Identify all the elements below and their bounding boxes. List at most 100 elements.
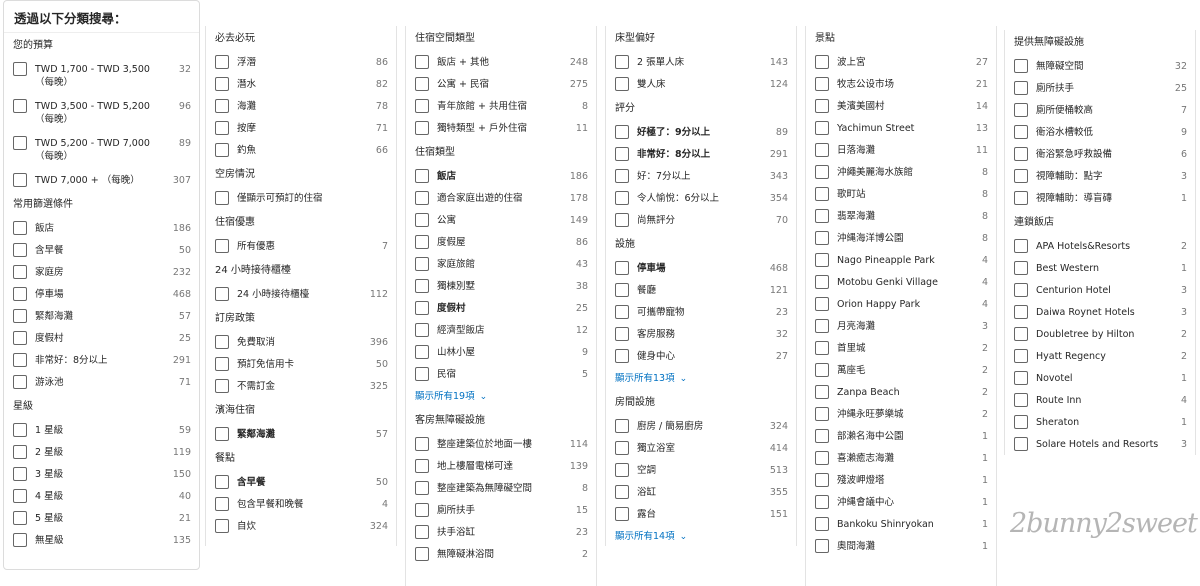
checkbox[interactable] bbox=[215, 191, 229, 205]
checkbox[interactable] bbox=[615, 507, 629, 521]
checkbox[interactable] bbox=[1014, 393, 1028, 407]
checkbox[interactable] bbox=[415, 235, 429, 249]
filter-option[interactable]: 歌町站 8 bbox=[815, 184, 988, 206]
filter-option[interactable]: 2 張單人床 143 bbox=[615, 52, 788, 74]
filter-option[interactable]: 所有優惠 7 bbox=[215, 236, 388, 258]
checkbox[interactable] bbox=[1014, 169, 1028, 183]
filter-option[interactable]: 度假村 25 bbox=[415, 298, 588, 320]
checkbox[interactable] bbox=[415, 301, 429, 315]
checkbox[interactable] bbox=[415, 213, 429, 227]
checkbox[interactable] bbox=[415, 257, 429, 271]
filter-option[interactable]: 免費取消 396 bbox=[215, 332, 388, 354]
filter-option[interactable]: 雙人床 124 bbox=[615, 74, 788, 96]
checkbox[interactable] bbox=[415, 121, 429, 135]
checkbox[interactable] bbox=[415, 99, 429, 113]
filter-option[interactable]: 無障礙空間 32 bbox=[1014, 56, 1187, 78]
checkbox[interactable] bbox=[615, 419, 629, 433]
checkbox[interactable] bbox=[615, 327, 629, 341]
checkbox[interactable] bbox=[815, 473, 829, 487]
checkbox[interactable] bbox=[815, 275, 829, 289]
filter-option[interactable]: 廁所便桶較高 7 bbox=[1014, 100, 1187, 122]
filter-option[interactable]: 令人愉悅：6分以上 354 bbox=[615, 188, 788, 210]
filter-option[interactable]: 客房服務 32 bbox=[615, 324, 788, 346]
checkbox[interactable] bbox=[13, 136, 27, 150]
filter-option[interactable]: 山林小屋 9 bbox=[415, 342, 588, 364]
filter-option[interactable]: 地上樓層電梯可達 139 bbox=[415, 456, 588, 478]
checkbox[interactable] bbox=[815, 385, 829, 399]
checkbox[interactable] bbox=[815, 143, 829, 157]
filter-option[interactable]: 沖縄海洋博公園 8 bbox=[815, 228, 988, 250]
filter-option[interactable]: 飯店 186 bbox=[13, 218, 191, 240]
checkbox[interactable] bbox=[1014, 415, 1028, 429]
checkbox[interactable] bbox=[13, 467, 27, 481]
filter-option[interactable]: 公寓 + 民宿 275 bbox=[415, 74, 588, 96]
filter-option[interactable]: 無星級 135 bbox=[13, 530, 191, 552]
filter-option[interactable]: 月亮海灘 3 bbox=[815, 316, 988, 338]
checkbox[interactable] bbox=[615, 349, 629, 363]
checkbox[interactable] bbox=[1014, 305, 1028, 319]
filter-option[interactable]: Zanpa Beach 2 bbox=[815, 382, 988, 404]
filter-option[interactable]: 海灘 78 bbox=[215, 96, 388, 118]
checkbox[interactable] bbox=[615, 261, 629, 275]
checkbox[interactable] bbox=[1014, 371, 1028, 385]
checkbox[interactable] bbox=[815, 429, 829, 443]
checkbox[interactable] bbox=[815, 341, 829, 355]
filter-option[interactable]: 露台 151 bbox=[615, 504, 788, 526]
filter-option[interactable]: 非常好：8分以上 291 bbox=[615, 144, 788, 166]
checkbox[interactable] bbox=[415, 481, 429, 495]
filter-option[interactable]: 飯店 186 bbox=[415, 166, 588, 188]
checkbox[interactable] bbox=[13, 243, 27, 257]
checkbox[interactable] bbox=[815, 209, 829, 223]
filter-option[interactable]: 可攜帶寵物 23 bbox=[615, 302, 788, 324]
filter-option[interactable]: 停車場 468 bbox=[615, 258, 788, 280]
filter-option[interactable]: 停車場 468 bbox=[13, 284, 191, 306]
filter-option[interactable]: Yachimun Street 13 bbox=[815, 118, 988, 140]
filter-option[interactable]: Orion Happy Park 4 bbox=[815, 294, 988, 316]
filter-option[interactable]: 沖縄永旺夢樂城 2 bbox=[815, 404, 988, 426]
filter-option[interactable]: 好：7分以上 343 bbox=[615, 166, 788, 188]
checkbox[interactable] bbox=[215, 77, 229, 91]
checkbox[interactable] bbox=[13, 99, 27, 113]
filter-option[interactable]: 萬座毛 2 bbox=[815, 360, 988, 382]
filter-option[interactable]: 緊鄰海灘 57 bbox=[13, 306, 191, 328]
filter-option[interactable]: 沖縄會議中心 1 bbox=[815, 492, 988, 514]
filter-option[interactable]: 牧志公设市场 21 bbox=[815, 74, 988, 96]
checkbox[interactable] bbox=[415, 345, 429, 359]
filter-option[interactable]: Nago Pineapple Park 4 bbox=[815, 250, 988, 272]
checkbox[interactable] bbox=[1014, 147, 1028, 161]
checkbox[interactable] bbox=[215, 99, 229, 113]
filter-option[interactable]: 經濟型飯店 12 bbox=[415, 320, 588, 342]
filter-option[interactable]: TWD 1,700 - TWD 3,500 （每晚） 32 bbox=[13, 59, 191, 96]
filter-option[interactable]: Solare Hotels and Resorts 3 bbox=[1014, 434, 1187, 456]
checkbox[interactable] bbox=[815, 539, 829, 553]
checkbox[interactable] bbox=[215, 121, 229, 135]
show-all-link[interactable]: 顯示所有13項 ⌄ bbox=[615, 368, 788, 390]
filter-option[interactable]: TWD 3,500 - TWD 5,200 （每晚） 96 bbox=[13, 96, 191, 133]
checkbox[interactable] bbox=[615, 125, 629, 139]
filter-option[interactable]: 獨棟別墅 38 bbox=[415, 276, 588, 298]
filter-option[interactable]: 24 小時接待櫃檯 112 bbox=[215, 284, 388, 306]
filter-option[interactable]: 視障輔助：點字 3 bbox=[1014, 166, 1187, 188]
filter-option[interactable]: 沖繩美麗海水族館 8 bbox=[815, 162, 988, 184]
filter-option[interactable]: 整座建築為無障礙空間 8 bbox=[415, 478, 588, 500]
checkbox[interactable] bbox=[415, 525, 429, 539]
checkbox[interactable] bbox=[1014, 327, 1028, 341]
show-all-link[interactable]: 顯示所有14項 ⌄ bbox=[615, 526, 788, 548]
filter-option[interactable]: Motobu Genki Village 4 bbox=[815, 272, 988, 294]
checkbox[interactable] bbox=[615, 441, 629, 455]
checkbox[interactable] bbox=[815, 253, 829, 267]
checkbox[interactable] bbox=[215, 239, 229, 253]
checkbox[interactable] bbox=[815, 55, 829, 69]
checkbox[interactable] bbox=[815, 407, 829, 421]
checkbox[interactable] bbox=[1014, 239, 1028, 253]
filter-option[interactable]: 美濱美國村 14 bbox=[815, 96, 988, 118]
filter-option[interactable]: 浮潛 86 bbox=[215, 52, 388, 74]
checkbox[interactable] bbox=[615, 283, 629, 297]
checkbox[interactable] bbox=[815, 121, 829, 135]
filter-option[interactable]: Daiwa Roynet Hotels 3 bbox=[1014, 302, 1187, 324]
checkbox[interactable] bbox=[615, 463, 629, 477]
filter-option[interactable]: TWD 7,000 + （每晚） 307 bbox=[13, 170, 191, 192]
checkbox[interactable] bbox=[13, 375, 27, 389]
checkbox[interactable] bbox=[415, 437, 429, 451]
checkbox[interactable] bbox=[1014, 283, 1028, 297]
